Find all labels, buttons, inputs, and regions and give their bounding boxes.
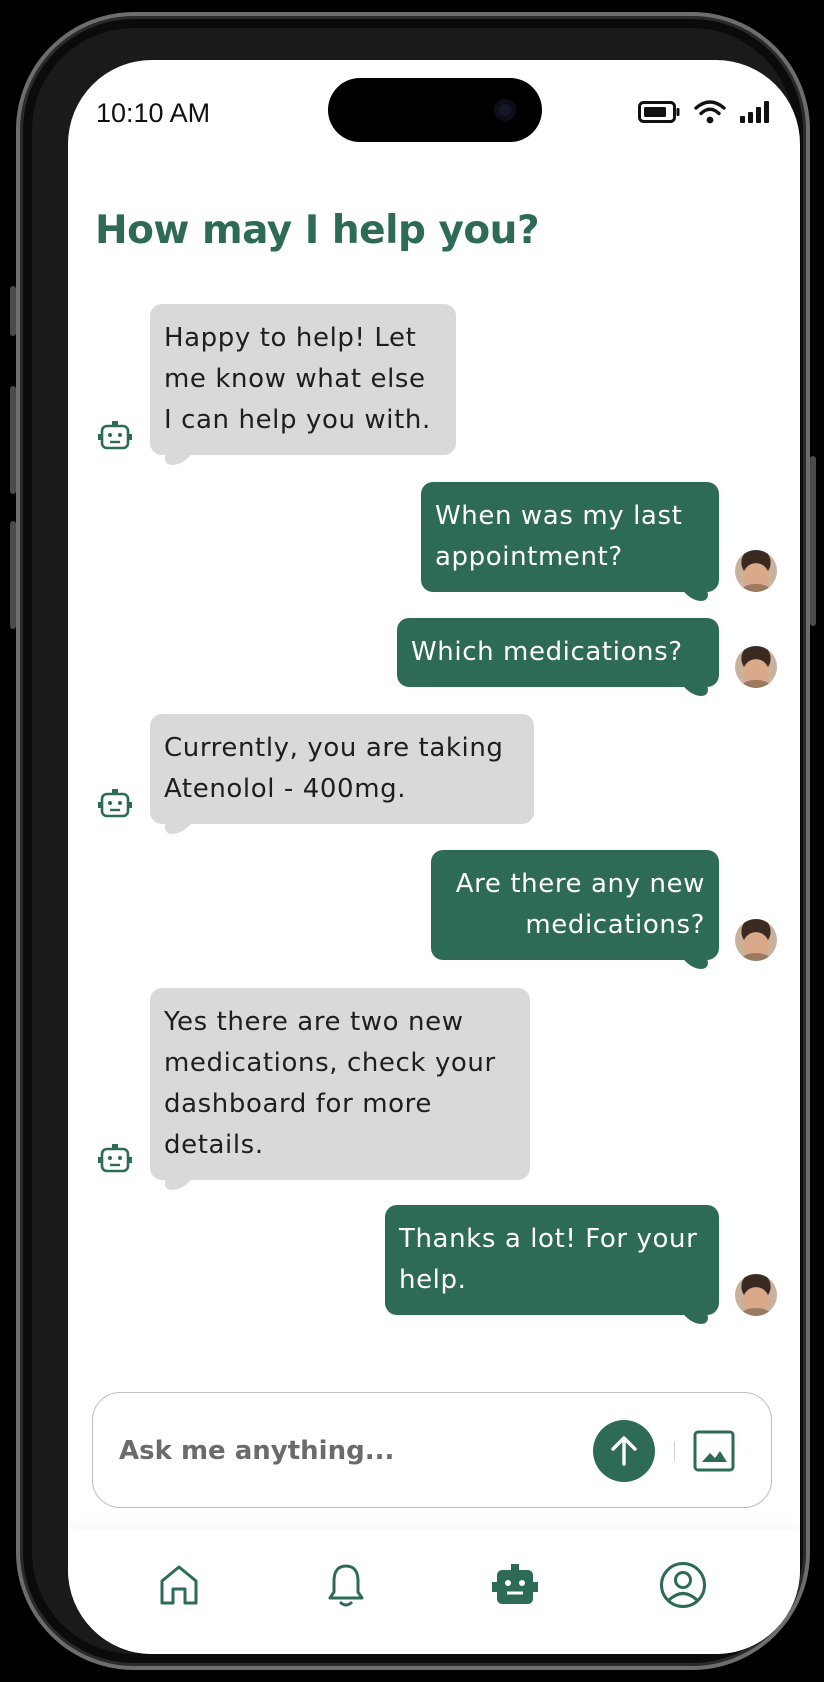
bubble-tail xyxy=(680,1310,714,1324)
bell-icon xyxy=(328,1564,364,1607)
status-icons xyxy=(638,100,772,124)
message-text: Currently, you are taking Atenolol - 400… xyxy=(164,733,504,804)
power-button xyxy=(810,456,816,626)
bot-avatar-icon xyxy=(98,421,132,450)
status-time: 10:10 AM xyxy=(96,98,211,128)
message-text: Yes there are two new medications, check… xyxy=(164,1007,496,1160)
bot-avatar-icon xyxy=(98,1144,132,1173)
message-composer xyxy=(92,1392,772,1508)
wifi-icon xyxy=(694,100,726,124)
message-text: Happy to help! Let me know what else I c… xyxy=(164,323,431,435)
robot-icon xyxy=(492,1564,538,1604)
message-text: Thanks a lot! For your help. xyxy=(399,1224,698,1295)
bubble-tail xyxy=(159,818,195,834)
bot-message: Happy to help! Let me know what else I c… xyxy=(150,304,456,465)
user-avatar xyxy=(735,550,777,592)
page-title: How may I help you? xyxy=(95,208,540,253)
arrow-up-icon xyxy=(611,1436,637,1466)
user-message: When was my last appointment? xyxy=(421,482,719,601)
bubble-tail xyxy=(680,587,714,601)
bubble-tail xyxy=(680,955,714,969)
message-input[interactable] xyxy=(119,1429,559,1473)
bot-message: Currently, you are taking Atenolol - 400… xyxy=(150,714,534,834)
camera-icon xyxy=(494,99,516,121)
volume-down-button xyxy=(10,521,16,629)
message-text: When was my last appointment? xyxy=(435,501,683,572)
tab-profile[interactable] xyxy=(658,1560,708,1610)
battery-icon xyxy=(638,101,680,123)
user-avatar xyxy=(735,1274,777,1316)
user-message: Which medications? xyxy=(397,618,719,696)
image-icon[interactable] xyxy=(692,1429,736,1473)
message-text: Are there any new medications? xyxy=(455,869,705,940)
user-avatar xyxy=(735,646,777,688)
message-text: Which medications? xyxy=(411,637,683,667)
bubble-tail xyxy=(159,449,195,465)
signal-icon xyxy=(740,101,769,123)
screen: 10:10 AM How may I help you? Happy to he… xyxy=(68,60,800,1654)
profile-icon xyxy=(660,1562,706,1608)
composer-divider xyxy=(674,1441,675,1461)
tab-assistant[interactable] xyxy=(490,1560,540,1610)
tab-bar xyxy=(68,1530,800,1654)
user-message: Thanks a lot! For your help. xyxy=(385,1205,719,1324)
bubble-tail xyxy=(680,682,714,696)
bot-message: Yes there are two new medications, check… xyxy=(150,988,530,1190)
action-button xyxy=(10,286,16,336)
phone-frame: 10:10 AM How may I help you? Happy to he… xyxy=(10,12,816,1670)
volume-up-button xyxy=(10,386,16,494)
bot-avatar-icon xyxy=(98,789,132,818)
home-icon xyxy=(160,1565,198,1605)
tab-home[interactable] xyxy=(154,1560,204,1610)
bubble-tail xyxy=(159,1174,195,1190)
tab-notifications[interactable] xyxy=(321,1560,371,1610)
user-message: Are there any new medications? xyxy=(431,850,719,969)
dynamic-island xyxy=(328,78,542,142)
user-avatar xyxy=(735,919,777,961)
send-button[interactable] xyxy=(593,1420,655,1482)
